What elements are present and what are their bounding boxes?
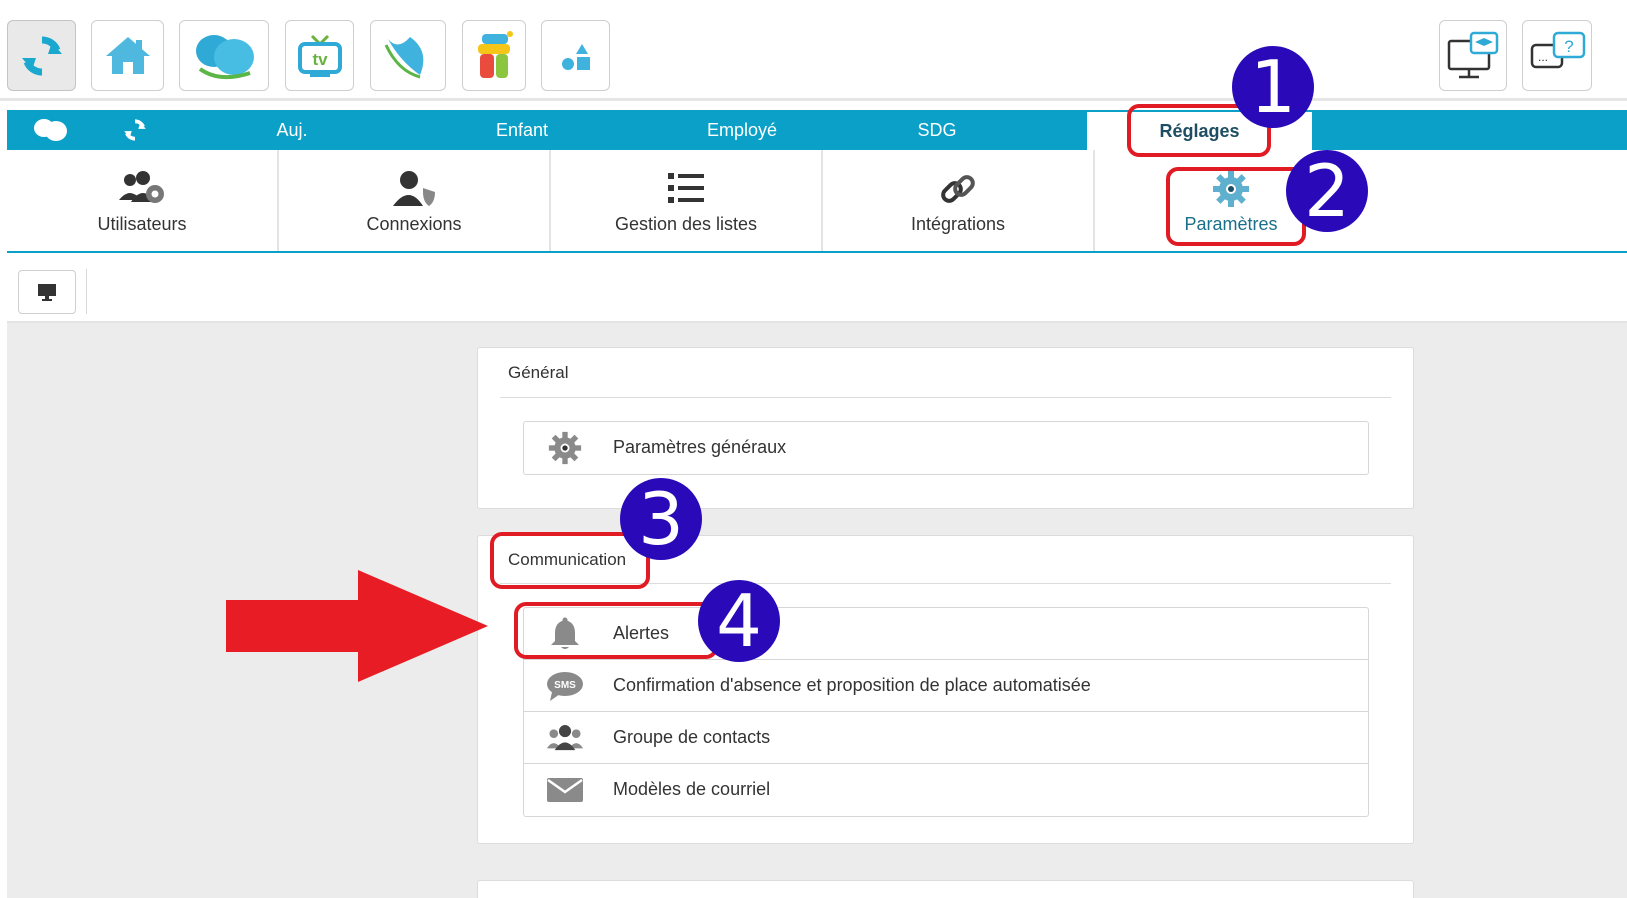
user-shield-icon xyxy=(393,171,435,206)
svg-text:SMS: SMS xyxy=(554,680,576,691)
envelope-icon xyxy=(547,778,583,802)
step-badge-2: 2 xyxy=(1286,150,1368,232)
panel-general: Général Paramètres généraux xyxy=(477,347,1414,509)
tab-refresh[interactable] xyxy=(115,110,155,150)
panel-divider xyxy=(500,397,1391,398)
link-icon xyxy=(941,175,975,203)
list-item-modeles-courriel[interactable]: Modèles de courriel xyxy=(524,764,1368,816)
panel-communication: Communication Alertes SMS Confirmation d… xyxy=(477,535,1414,844)
display-toolbar xyxy=(7,255,1627,323)
tab-sdg[interactable]: SDG xyxy=(887,110,987,150)
gear-icon xyxy=(548,431,582,465)
panel-title-communication: Communication xyxy=(508,550,627,569)
sms-bubble-icon: SMS xyxy=(547,672,583,701)
tab-enfant[interactable]: Enfant xyxy=(457,110,587,150)
sub-nav-label: Gestion des listes xyxy=(614,214,758,234)
sub-nav-gestion-listes[interactable]: Gestion des listes xyxy=(551,150,823,251)
main-tab-bar: Auj. Enfant Employé SDG Réglages xyxy=(7,110,1627,150)
list-item-parametres-generaux[interactable]: Paramètres généraux xyxy=(524,422,1368,474)
list-item-confirmation-absence[interactable]: SMS Confirmation d'absence et propositio… xyxy=(524,660,1368,712)
home-button[interactable] xyxy=(91,20,164,91)
users-gear-icon xyxy=(119,171,164,203)
sync-icon xyxy=(21,35,62,76)
sub-nav-utilisateurs[interactable]: Utilisateurs xyxy=(7,150,279,251)
list-item-label: Paramètres généraux xyxy=(613,437,787,457)
tab-employe[interactable]: Employé xyxy=(667,110,817,150)
sub-nav-label: Intégrations xyxy=(910,214,1006,234)
svg-text:...: ... xyxy=(1538,50,1548,64)
refresh-button[interactable] xyxy=(7,20,76,91)
help-chat-button[interactable]: ... ? xyxy=(1522,20,1592,91)
list-item-label: Confirmation d'absence et proposition de… xyxy=(613,675,1091,695)
svg-text:tv: tv xyxy=(312,50,328,69)
list-item-label: Alertes xyxy=(613,623,670,643)
panel-next xyxy=(477,880,1414,898)
list-item-alertes[interactable]: Alertes xyxy=(524,608,1368,660)
toolbar-top-edge xyxy=(0,0,1627,11)
toolbar-divider xyxy=(0,98,1627,101)
sub-nav-connexions[interactable]: Connexions xyxy=(279,150,551,251)
display-separator xyxy=(86,269,87,314)
list-item-label: Groupe de contacts xyxy=(613,727,771,747)
general-list: Paramètres généraux xyxy=(523,421,1369,475)
house-icon xyxy=(105,36,150,74)
colorful-character-icon xyxy=(478,30,513,78)
settings-sub-nav: Utilisateurs Connexions Gestion des list… xyxy=(7,150,1627,253)
app-logo-button[interactable] xyxy=(179,20,269,91)
shapes-button[interactable] xyxy=(541,20,610,91)
monitor-icon xyxy=(38,284,56,301)
tv-button[interactable]: tv xyxy=(285,20,354,91)
leaf-logo-icon xyxy=(384,36,424,78)
tab-auj[interactable]: Auj. xyxy=(237,110,347,150)
sub-nav-integrations[interactable]: Intégrations xyxy=(823,150,1095,251)
panel-divider xyxy=(500,583,1391,584)
sub-nav-label: Connexions xyxy=(366,214,462,234)
sub-nav-label: Utilisateurs xyxy=(97,214,187,234)
leaf-button[interactable] xyxy=(370,20,446,91)
list-item-label: Modèles de courriel xyxy=(613,779,771,799)
gear-icon xyxy=(1213,171,1249,207)
users-group-icon xyxy=(546,725,584,751)
tab-butterfly[interactable] xyxy=(25,110,75,150)
training-button[interactable] xyxy=(1439,20,1507,91)
step-badge-1: 1 xyxy=(1232,46,1314,128)
list-icon xyxy=(668,173,704,203)
communication-list: Alertes SMS Confirmation d'absence et pr… xyxy=(523,607,1369,817)
list-item-groupe-contacts[interactable]: Groupe de contacts xyxy=(524,712,1368,764)
chat-question-icon: ... ? xyxy=(1530,31,1586,68)
sync-icon xyxy=(124,119,146,141)
bell-icon xyxy=(551,617,579,649)
butterfly-logo-icon xyxy=(196,34,254,79)
red-arrow-annotation xyxy=(226,570,488,682)
panel-title-general: Général xyxy=(508,363,569,382)
step-badge-4: 4 xyxy=(698,580,780,662)
svg-text:?: ? xyxy=(1564,37,1573,56)
shapes-icon xyxy=(561,43,590,70)
kids-app-button[interactable] xyxy=(462,20,526,91)
step-badge-3: 3 xyxy=(620,478,702,560)
display-mode-button[interactable] xyxy=(18,270,76,314)
tv-icon: tv xyxy=(297,34,342,77)
butterfly-icon xyxy=(34,119,67,141)
monitor-graduation-icon xyxy=(1447,31,1499,78)
top-toolbar: tv ... ? xyxy=(0,0,1627,102)
